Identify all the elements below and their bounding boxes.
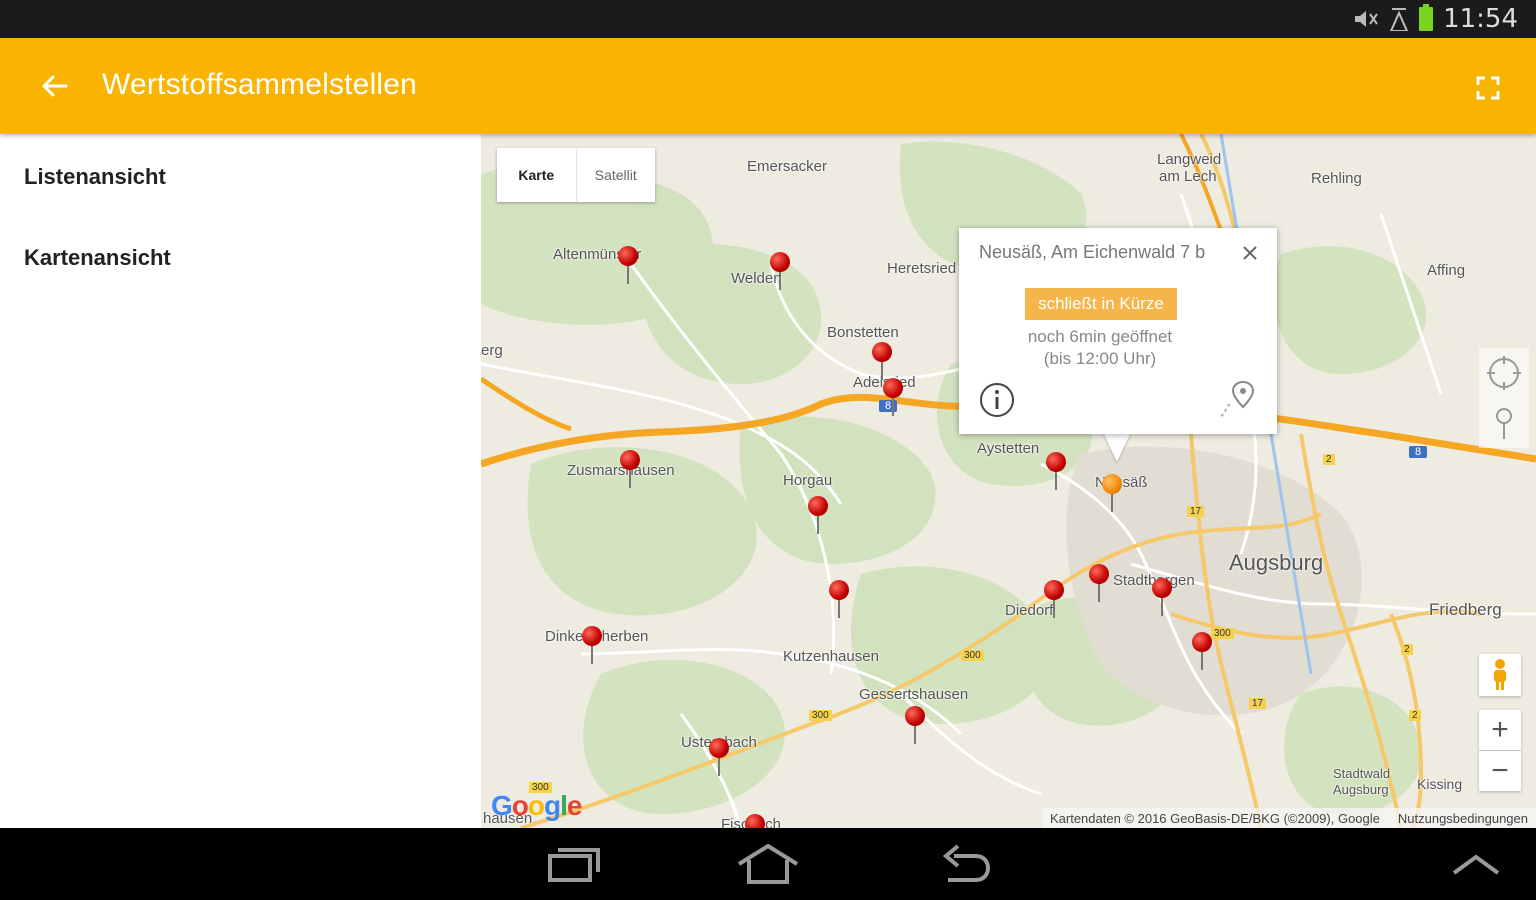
place-label: erg [481,342,503,359]
map-marker[interactable] [618,246,638,286]
place-label: Gessertshausen [859,686,969,703]
back-icon [942,844,991,882]
place-label: Augsburg [1229,550,1324,575]
my-location-icon[interactable] [1485,354,1523,392]
pin-drop-icon[interactable] [1492,406,1516,442]
sidebar-item-label: Listenansicht [24,164,166,189]
recent-apps-icon [548,848,600,882]
map-marker[interactable] [1192,632,1212,672]
map-marker[interactable] [709,738,729,778]
map-marker[interactable] [620,450,640,490]
page-title: Wertstoffsammelstellen [102,68,418,101]
collapse-button[interactable] [1436,838,1516,890]
road-shield: 300 [1211,628,1234,639]
map-marker[interactable] [829,580,849,620]
map-marker[interactable] [745,814,765,828]
street-view-button[interactable] [1479,654,1521,696]
route-button[interactable] [1215,378,1257,420]
place-label: Kissing [1417,776,1463,792]
place-label: Langweid [1157,151,1222,168]
map-marker[interactable] [872,342,892,382]
map-marker[interactable] [883,378,903,418]
road-shield: 17 [1187,506,1205,517]
map-marker[interactable] [1152,578,1172,618]
back-button[interactable] [30,66,78,106]
route-icon [1220,380,1255,417]
road-shield: 2 [1409,710,1421,721]
map-marker[interactable] [1044,580,1064,620]
map-type-control: Karte Satellit [497,148,655,202]
system-nav-bar [0,828,1536,900]
sidebar: Listenansicht Kartenansicht [0,134,481,828]
pegman-icon [1494,659,1506,690]
place-label: Augsburg [1333,782,1389,797]
home-icon [737,843,799,884]
place-label: Rehling [1311,170,1362,187]
map-view[interactable]: Emersacker Langweid am Lech Rehling Alte… [481,134,1536,828]
popup-pointer [1103,432,1131,462]
status-time: 11:54 [1443,4,1518,34]
place-label: Affing [1427,262,1466,279]
place-label: Emersacker [747,158,828,175]
fullscreen-button[interactable] [1470,70,1506,106]
status-icons: 11:54 [1353,4,1518,34]
place-label: Heretsried [887,260,957,277]
home-button[interactable] [728,838,808,890]
road-shield: 2 [1401,644,1413,655]
map-marker-selected[interactable] [1102,474,1122,514]
recent-apps-button[interactable] [534,838,614,890]
sidebar-item-map-view[interactable]: Kartenansicht [0,217,481,297]
place-label: Aystetten [977,440,1040,457]
opening-status: noch 6min geöffnet [1027,327,1173,346]
signal-icon [1389,8,1409,31]
map-marker[interactable] [808,496,828,536]
road-shield: 17 [1249,698,1267,709]
collapse-icon [1452,854,1500,875]
close-button[interactable] [1237,240,1263,266]
map-marker[interactable] [905,706,925,746]
place-label: Kutzenhausen [783,648,879,665]
map-type-satellite-button[interactable]: Satellit [577,148,656,202]
sidebar-item-label: Kartenansicht [24,245,171,270]
back-nav-button[interactable] [924,838,1004,890]
zoom-in-button[interactable]: + [1479,710,1521,750]
road-shield: 8 [1409,446,1428,458]
zoom-out-button[interactable]: − [1479,751,1521,791]
map-marker[interactable] [1046,452,1066,492]
status-bar: 11:54 [0,0,1536,38]
map-type-map-button[interactable]: Karte [497,148,577,202]
battery-icon [1419,4,1434,31]
attribution-text: Kartendaten © 2016 GeoBasis-DE/BKG (©200… [1049,810,1380,826]
sidebar-item-list-view[interactable]: Listenansicht [0,136,481,216]
map-marker[interactable] [1089,564,1109,604]
info-window: Neusäß, Am Eichenwald 7 b schließt in Kü… [959,228,1277,434]
map-tools [1479,348,1529,448]
google-logo: Google [491,790,582,821]
road-shield: 300 [961,650,984,661]
status-badge: schließt in Kürze [1025,288,1177,320]
close-icon [1243,246,1257,260]
terms-link[interactable]: Nutzungsbedingungen [1398,811,1528,826]
arrow-left-icon [42,75,68,97]
map-marker[interactable] [770,252,790,292]
place-label: am Lech [1159,168,1217,185]
road-shield: 2 [1323,454,1335,465]
mute-icon [1355,11,1378,27]
app-bar: Wertstoffsammelstellen [0,38,1536,134]
opening-hours: (bis 12:00 Uhr) [1043,349,1157,368]
map-attribution: Kartendaten © 2016 GeoBasis-DE/BKG (©200… [1041,808,1536,828]
place-label: Horgau [783,472,833,489]
info-icon [980,383,1014,417]
info-button[interactable] [979,382,1015,418]
place-label: Bonstetten [827,324,899,341]
road-shield: 300 [809,710,832,721]
fullscreen-icon [1476,76,1500,100]
map-marker[interactable] [582,626,602,666]
place-label: Friedberg [1429,600,1502,619]
popup-title: Neusäß, Am Eichenwald 7 b [979,242,1206,262]
place-label: Stadtwald [1333,766,1391,781]
